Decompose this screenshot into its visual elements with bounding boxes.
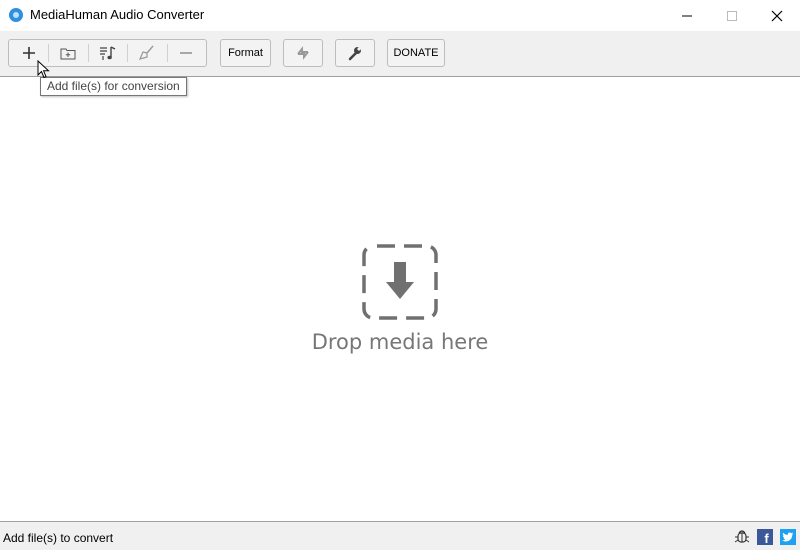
status-bar: Add file(s) to convert f bbox=[0, 522, 800, 550]
drop-download-icon bbox=[362, 244, 438, 320]
close-button[interactable] bbox=[754, 0, 800, 31]
settings-button[interactable] bbox=[335, 39, 375, 67]
wrench-icon bbox=[348, 47, 361, 61]
plus-icon bbox=[22, 47, 35, 59]
add-from-itunes-button[interactable] bbox=[87, 40, 127, 66]
minimize-button[interactable] bbox=[664, 0, 710, 31]
minus-icon bbox=[180, 52, 193, 54]
bug-report-button[interactable] bbox=[734, 529, 750, 545]
broom-icon bbox=[138, 45, 154, 60]
playlist-music-icon bbox=[99, 46, 115, 60]
window-title: MediaHuman Audio Converter bbox=[30, 7, 205, 22]
drop-media-label: Drop media here bbox=[311, 330, 489, 354]
file-list-area[interactable]: Drop media here bbox=[0, 76, 800, 522]
close-icon bbox=[771, 10, 783, 21]
facebook-button[interactable]: f bbox=[757, 529, 773, 546]
folder-plus-icon bbox=[60, 48, 76, 60]
toolbar: Format DONATE bbox=[0, 31, 800, 76]
format-button[interactable]: Format bbox=[220, 39, 271, 67]
add-folder-button[interactable] bbox=[48, 40, 87, 66]
facebook-icon: f bbox=[764, 531, 769, 546]
maximize-button[interactable] bbox=[709, 0, 755, 31]
twitter-icon bbox=[782, 532, 794, 542]
convert-arrows-icon bbox=[297, 46, 309, 60]
donate-button[interactable]: DONATE bbox=[387, 39, 445, 67]
twitter-button[interactable] bbox=[780, 529, 796, 545]
status-text: Add file(s) to convert bbox=[3, 531, 114, 545]
app-logo-icon bbox=[9, 8, 23, 22]
mouse-cursor-icon bbox=[37, 60, 50, 79]
title-bar: MediaHuman Audio Converter bbox=[0, 0, 800, 31]
minimize-icon bbox=[682, 15, 692, 16]
bug-icon bbox=[734, 530, 750, 543]
tooltip: Add file(s) for conversion bbox=[40, 77, 187, 96]
maximize-icon bbox=[727, 10, 737, 21]
remove-item-button[interactable] bbox=[166, 40, 206, 66]
convert-button[interactable] bbox=[283, 39, 323, 67]
clear-list-button[interactable] bbox=[127, 40, 166, 66]
